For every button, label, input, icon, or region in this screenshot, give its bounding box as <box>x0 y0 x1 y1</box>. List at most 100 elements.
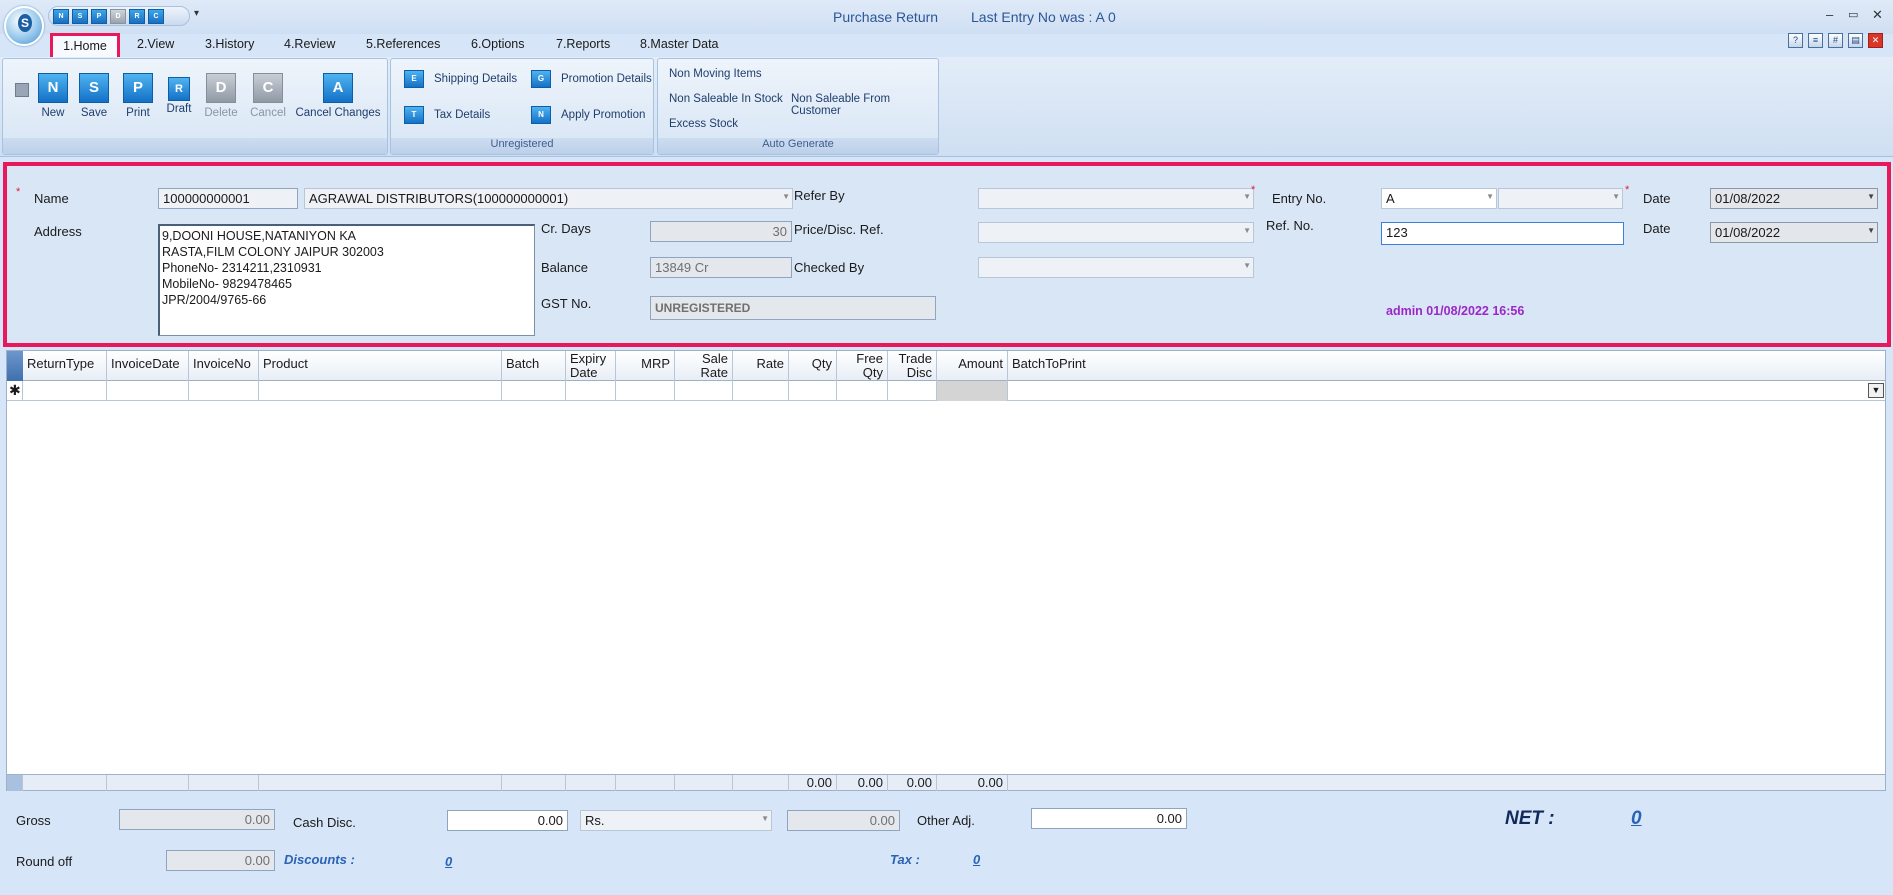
cell-trade-disc[interactable] <box>888 381 937 401</box>
non-moving-items-button[interactable]: Non Moving Items <box>669 68 762 80</box>
tab-reports[interactable]: 7.Reports <box>556 37 610 51</box>
col-batch[interactable]: Batch <box>502 351 566 381</box>
draft-button[interactable]: R Draft <box>163 73 195 115</box>
total-blank <box>259 775 502 791</box>
price-disc-ref-combo[interactable]: ▼ <box>978 222 1254 243</box>
party-code-field[interactable]: 100000000001 <box>158 188 298 209</box>
cancel-button[interactable]: C Cancel <box>248 73 288 119</box>
cell-free-qty[interactable] <box>837 381 888 401</box>
tab-options[interactable]: 6.Options <box>471 37 525 51</box>
gross-field: 0.00 <box>119 809 275 830</box>
tax-value-link[interactable]: 0 <box>973 852 980 867</box>
qat-print-icon[interactable]: P <box>91 8 107 24</box>
tab-history[interactable]: 3.History <box>205 37 254 51</box>
qat-customize-icon[interactable]: ▾ <box>194 8 199 19</box>
cell-sale-rate[interactable] <box>675 381 733 401</box>
qat-cancel-icon[interactable]: C <box>148 8 164 24</box>
cancel-changes-button[interactable]: A Cancel Changes <box>295 73 381 119</box>
save-button[interactable]: S Save <box>77 73 111 119</box>
address-textarea[interactable]: 9,DOONI HOUSE,NATANIYON KA RASTA,FILM CO… <box>158 224 535 336</box>
tab-review[interactable]: 4.Review <box>284 37 335 51</box>
col-product[interactable]: Product <box>259 351 502 381</box>
net-value-link[interactable]: 0 <box>1631 808 1642 830</box>
calculator-icon[interactable]: # <box>1828 33 1843 48</box>
discounts-label: Discounts : <box>284 852 355 867</box>
chevron-down-icon[interactable]: ▼ <box>1868 383 1884 398</box>
tax-label: Tax : <box>890 852 920 867</box>
col-free-qty[interactable]: Free Qty <box>837 351 888 381</box>
col-amount[interactable]: Amount <box>937 351 1008 381</box>
cell-invoice-date[interactable] <box>107 381 189 401</box>
delete-button[interactable]: D Delete <box>202 73 240 119</box>
col-expiry-date[interactable]: Expiry Date <box>566 351 616 381</box>
ref-no-input[interactable]: 123 <box>1381 222 1624 245</box>
tab-view[interactable]: 2.View <box>137 37 174 51</box>
ref-no-label: Ref. No. <box>1266 218 1314 233</box>
address-label: Address <box>34 224 82 239</box>
col-sale-rate[interactable]: Sale Rate <box>675 351 733 381</box>
entry-series-combo[interactable]: A ▼ <box>1381 188 1497 209</box>
qat-new-icon[interactable]: N <box>53 8 69 24</box>
app-logo-icon[interactable]: S <box>4 6 44 46</box>
other-adj-input[interactable]: 0.00 <box>1031 808 1187 829</box>
non-saleable-in-stock-button[interactable]: Non Saleable In Stock <box>669 93 783 105</box>
round-off-field: 0.00 <box>166 850 275 871</box>
cell-qty[interactable] <box>789 381 837 401</box>
chevron-down-icon: ▼ <box>1612 192 1620 201</box>
total-blank <box>675 775 733 791</box>
apply-promotion-button[interactable]: N Apply Promotion <box>531 106 645 124</box>
cash-disc-input[interactable]: 0.00 <box>447 810 568 831</box>
grid-corner[interactable] <box>7 351 23 381</box>
cell-product[interactable] <box>259 381 502 401</box>
help-icon[interactable]: ? <box>1788 33 1803 48</box>
col-return-type[interactable]: ReturnType <box>23 351 107 381</box>
discounts-value-link[interactable]: 0 <box>445 854 452 869</box>
grid-new-row[interactable]: ✱ ▼ <box>7 381 1885 401</box>
lock-icon[interactable] <box>15 83 29 97</box>
qat-draft-icon[interactable]: R <box>129 8 145 24</box>
ribbon: N New S Save P Print R Draft D Delete C … <box>0 57 1893 157</box>
cell-return-type[interactable] <box>23 381 107 401</box>
entry-date-picker[interactable]: 01/08/2022 ▼ <box>1710 188 1878 209</box>
ref-date-picker[interactable]: 01/08/2022 ▼ <box>1710 222 1878 243</box>
cell-expiry-date[interactable] <box>566 381 616 401</box>
qat-save-icon[interactable]: S <box>72 8 88 24</box>
entry-number-combo[interactable]: ▼ <box>1498 188 1623 209</box>
tab-master-data[interactable]: 8.Master Data <box>640 37 719 51</box>
col-trade-disc[interactable]: Trade Disc <box>888 351 937 381</box>
exit-icon[interactable]: ✕ <box>1868 33 1883 48</box>
cell-invoice-no[interactable] <box>189 381 259 401</box>
col-invoice-date[interactable]: InvoiceDate <box>107 351 189 381</box>
tab-home[interactable]: 1.Home <box>50 33 120 60</box>
col-invoice-no[interactable]: InvoiceNo <box>189 351 259 381</box>
cell-batch-to-print[interactable]: ▼ <box>1008 381 1886 401</box>
notepad-icon[interactable]: ▤ <box>1848 33 1863 48</box>
maximize-button[interactable]: ▭ <box>1848 8 1858 21</box>
col-qty[interactable]: Qty <box>789 351 837 381</box>
print-button[interactable]: P Print <box>121 73 155 119</box>
checked-by-combo[interactable]: ▼ <box>978 257 1254 278</box>
excess-stock-button[interactable]: Excess Stock <box>669 118 738 130</box>
non-saleable-from-customer-button[interactable]: Non Saleable From Customer <box>791 93 938 117</box>
refer-by-combo[interactable]: ▼ <box>978 188 1254 209</box>
total-blank <box>616 775 675 791</box>
tax-details-button[interactable]: T Tax Details <box>404 106 490 124</box>
tab-references[interactable]: 5.References <box>366 37 440 51</box>
col-mrp[interactable]: MRP <box>616 351 675 381</box>
new-button[interactable]: N New <box>36 73 70 119</box>
printer-icon[interactable]: ≡ <box>1808 33 1823 48</box>
promotion-details-button[interactable]: G Promotion Details <box>531 70 652 88</box>
shipping-details-button[interactable]: E Shipping Details <box>404 70 517 88</box>
cash-disc-type-select[interactable]: Rs. ▼ <box>580 810 772 831</box>
col-batch-to-print[interactable]: BatchToPrint <box>1008 351 1886 381</box>
qat-delete-icon[interactable]: D <box>110 8 126 24</box>
close-button[interactable]: ✕ <box>1872 7 1883 23</box>
cell-rate[interactable] <box>733 381 789 401</box>
cell-batch[interactable] <box>502 381 566 401</box>
party-name-combo[interactable]: AGRAWAL DISTRIBUTORS(100000000001) ▼ <box>304 188 793 209</box>
col-rate[interactable]: Rate <box>733 351 789 381</box>
ref-date-label: Date <box>1643 221 1671 236</box>
cell-mrp[interactable] <box>616 381 675 401</box>
print-icon: P <box>123 73 153 103</box>
minimize-button[interactable]: – <box>1826 7 1833 22</box>
